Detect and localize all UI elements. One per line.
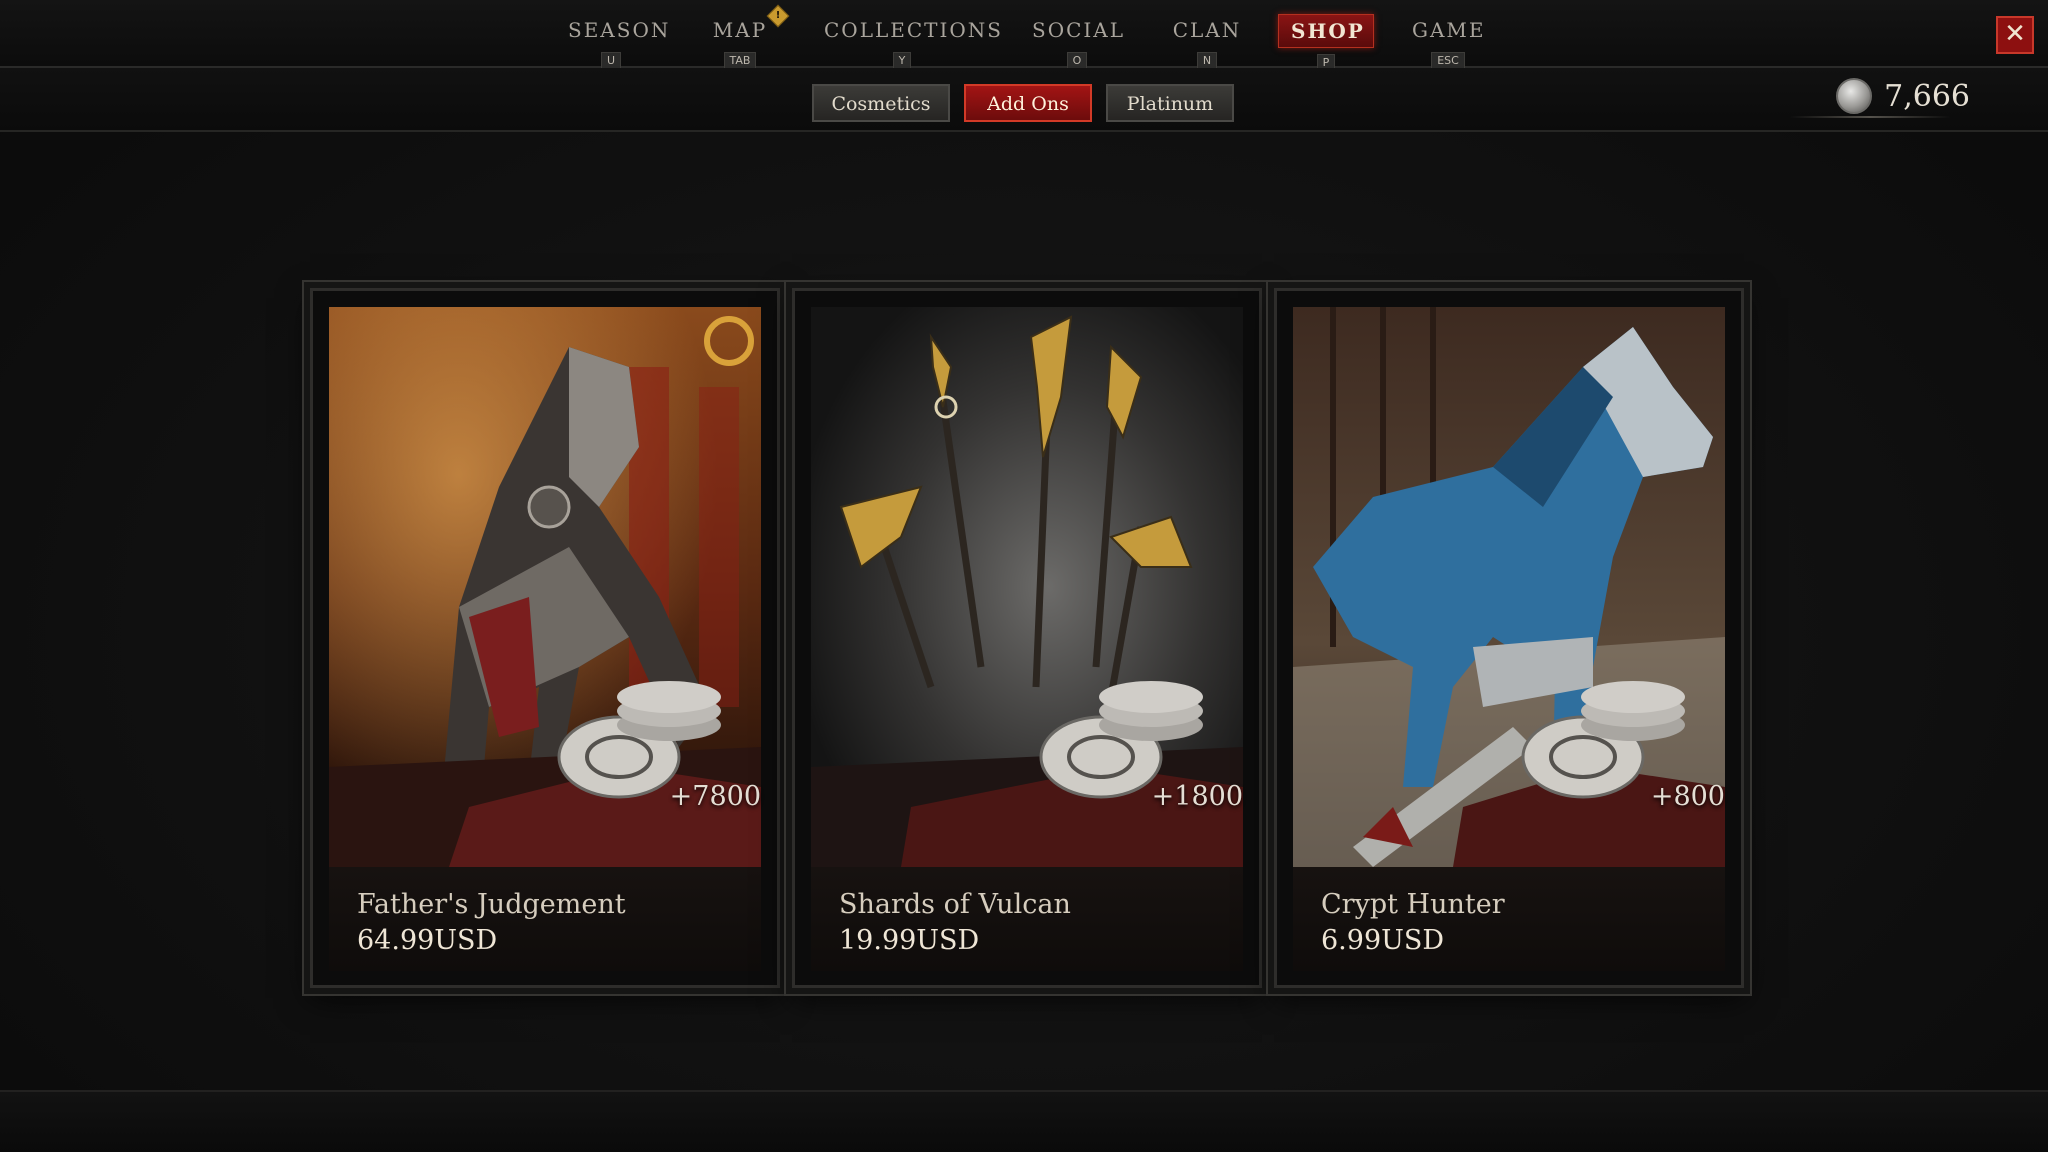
- platinum-balance: 7,666: [1836, 76, 1970, 116]
- bottom-bar: [0, 1090, 2048, 1152]
- platinum-bonus: +1800: [1151, 781, 1243, 812]
- shop-screen: SEASON U MAP TAB ! COLLECTIONS Y SOCIAL …: [0, 0, 2048, 1152]
- nav-clan-label: CLAN: [1172, 18, 1242, 42]
- product-price: 19.99USD: [839, 925, 980, 956]
- product-card-shards-of-vulcan[interactable]: +1800 Shards of Vulcan 19.99USD: [792, 288, 1262, 988]
- nav-map-label: MAP: [712, 18, 768, 42]
- tab-platinum[interactable]: Platinum: [1106, 84, 1234, 122]
- nav-season-label: SEASON: [568, 18, 671, 42]
- nav-game[interactable]: GAME ESC: [1400, 14, 1496, 70]
- sub-tab-bar: Cosmetics Add Ons Platinum: [0, 68, 2048, 132]
- alert-badge-text: !: [775, 10, 781, 21]
- platinum-amount: 7,666: [1884, 78, 1970, 114]
- nav-social-label: SOCIAL: [1032, 18, 1126, 42]
- nav-clan[interactable]: CLAN N: [1160, 14, 1254, 70]
- platinum-bonus: +800: [1650, 781, 1725, 812]
- product-name: Crypt Hunter: [1321, 889, 1505, 920]
- product-price: 6.99USD: [1321, 925, 1445, 956]
- nav-season[interactable]: SEASON U: [556, 14, 671, 70]
- product-info: Shards of Vulcan 19.99USD: [811, 867, 1243, 971]
- main-nav: SEASON U MAP TAB ! COLLECTIONS Y SOCIAL …: [0, 4, 2048, 72]
- nav-game-label: GAME: [1412, 18, 1486, 42]
- product-name: Father's Judgement: [357, 889, 626, 920]
- platinum-coin-icon: [1836, 78, 1873, 114]
- platinum-bonus: +7800: [669, 781, 761, 812]
- tab-cosmetics[interactable]: Cosmetics: [812, 84, 950, 122]
- top-nav-bar: SEASON U MAP TAB ! COLLECTIONS Y SOCIAL …: [0, 0, 2048, 72]
- nav-collections[interactable]: COLLECTIONS Y: [812, 14, 1004, 70]
- product-name: Shards of Vulcan: [839, 889, 1071, 920]
- product-price: 64.99USD: [357, 925, 498, 956]
- currency-divider: [1790, 116, 1950, 118]
- nav-social[interactable]: SOCIAL O: [1020, 14, 1134, 70]
- product-info: Crypt Hunter 6.99USD: [1293, 867, 1725, 971]
- product-card-fathers-judgement[interactable]: +7800 Father's Judgement 64.99USD: [310, 288, 780, 988]
- nav-collections-label: COLLECTIONS: [824, 18, 1004, 42]
- nav-map[interactable]: MAP TAB !: [700, 4, 790, 70]
- tab-add-ons[interactable]: Add Ons: [964, 84, 1092, 122]
- close-icon[interactable]: ✕: [1996, 16, 2034, 54]
- product-info: Father's Judgement 64.99USD: [329, 867, 761, 971]
- product-card-crypt-hunter[interactable]: +800 Crypt Hunter 6.99USD: [1274, 288, 1744, 988]
- nav-shop[interactable]: SHOP P: [1278, 14, 1374, 72]
- nav-shop-label: SHOP: [1278, 14, 1374, 48]
